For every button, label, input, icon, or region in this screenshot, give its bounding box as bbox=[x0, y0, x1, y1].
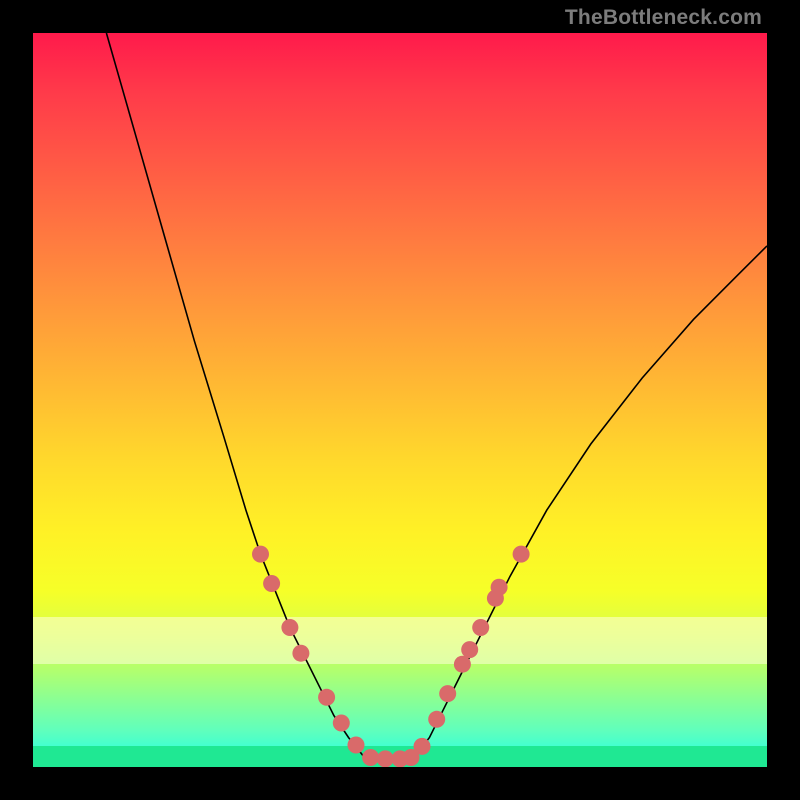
marker-dot bbox=[348, 737, 365, 754]
marker-dot bbox=[252, 546, 269, 563]
outer-frame: TheBottleneck.com bbox=[0, 0, 800, 800]
marker-dot bbox=[461, 641, 478, 658]
marker-dot bbox=[414, 738, 431, 755]
marker-dot bbox=[439, 685, 456, 702]
watermark-text: TheBottleneck.com bbox=[565, 6, 762, 30]
right-curve-path bbox=[415, 246, 767, 756]
left-curve-path bbox=[106, 33, 363, 756]
marker-dot bbox=[362, 749, 379, 766]
marker-dot bbox=[318, 689, 335, 706]
marker-dot bbox=[263, 575, 280, 592]
marker-dot bbox=[428, 711, 445, 728]
marker-group bbox=[252, 546, 530, 767]
marker-dot bbox=[472, 619, 489, 636]
marker-dot bbox=[281, 619, 298, 636]
marker-dot bbox=[333, 715, 350, 732]
marker-dot bbox=[454, 656, 471, 673]
marker-dot bbox=[513, 546, 530, 563]
marker-dot bbox=[491, 579, 508, 596]
marker-dot bbox=[377, 750, 394, 767]
plot-area bbox=[33, 33, 767, 767]
curve-layer bbox=[33, 33, 767, 767]
marker-dot bbox=[292, 645, 309, 662]
